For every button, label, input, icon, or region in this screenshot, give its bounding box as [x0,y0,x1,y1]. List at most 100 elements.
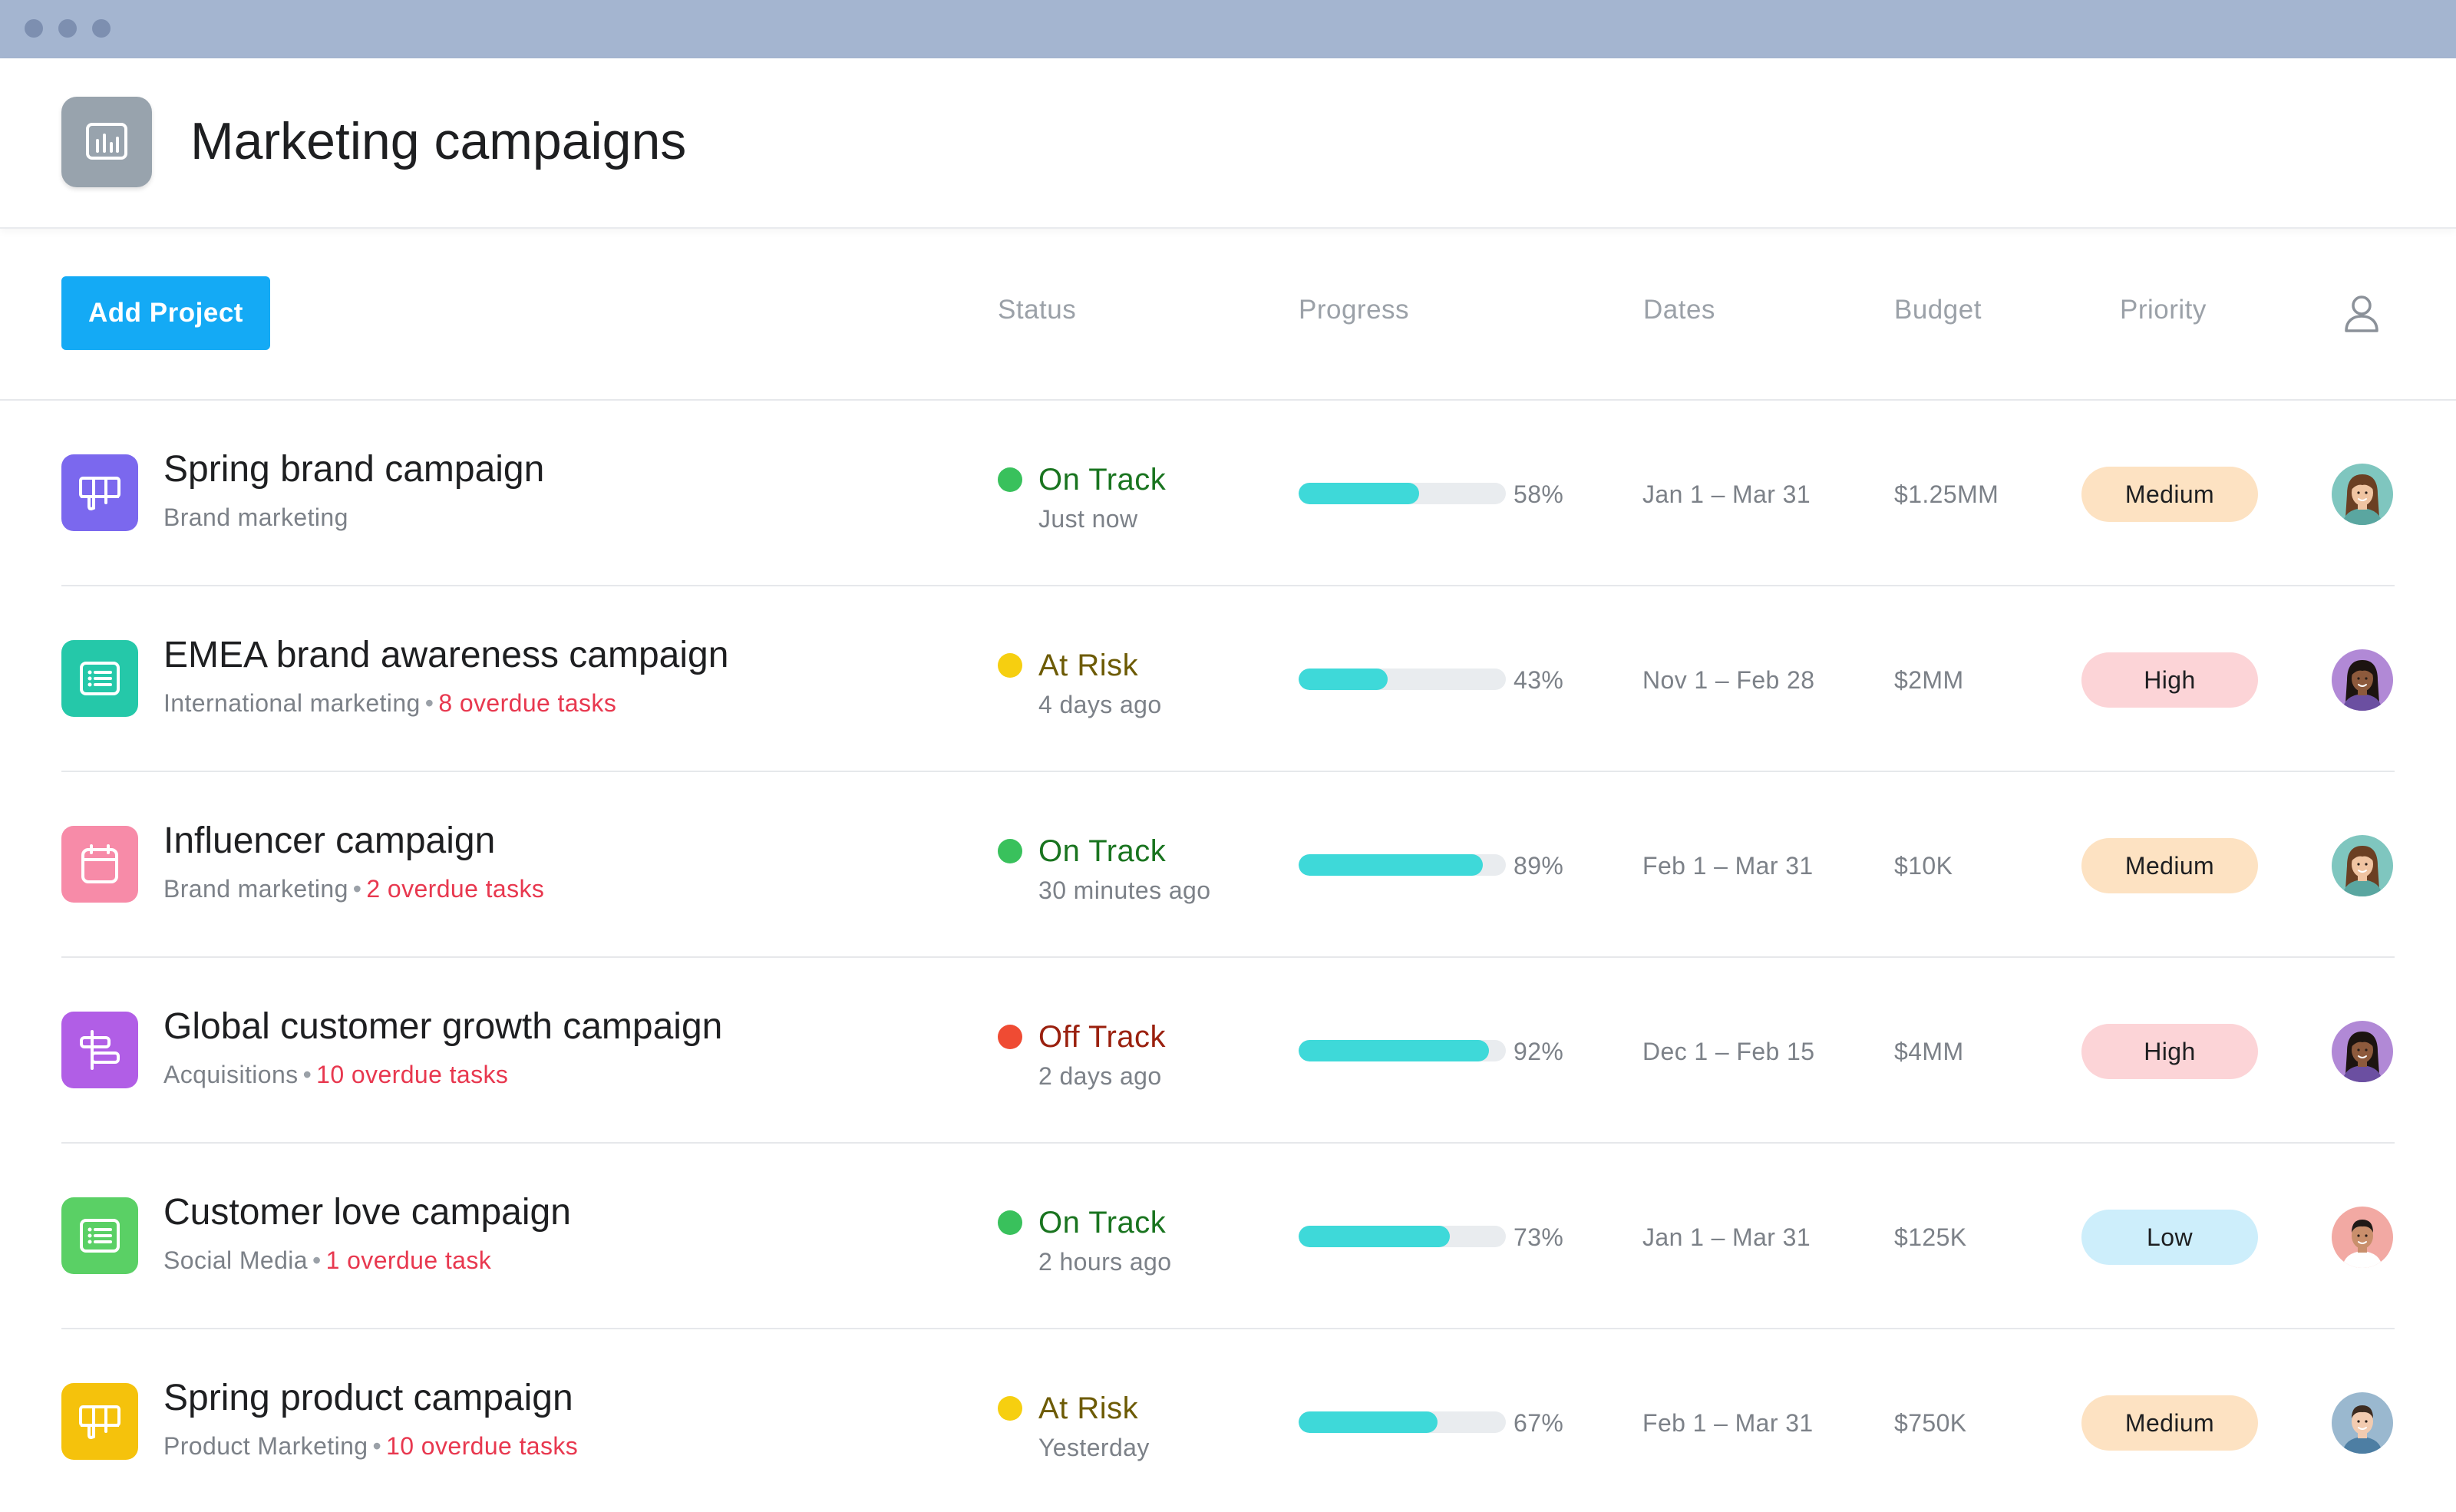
timeline-icon[interactable] [61,1012,138,1088]
board-icon[interactable] [61,1383,138,1460]
separator-dot: • [372,1432,382,1460]
project-row[interactable]: Customer love campaign Social Media • 1 ov… [61,1144,2395,1329]
status-label[interactable]: Off Track [1038,1019,1166,1055]
status-dot-icon [998,653,1022,678]
progress-bar-fill [1299,854,1484,876]
progress-bar [1299,1411,1506,1433]
status-dot-icon [998,1396,1022,1421]
date-range[interactable]: Feb 1 – Mar 31 [1642,1408,1814,1438]
budget-value[interactable]: $750K [1894,1408,1967,1438]
project-team: Acquisitions [163,1061,299,1088]
budget-value[interactable]: $1.25MM [1894,479,1999,510]
progress-bar [1299,1226,1506,1247]
overdue-tasks-link[interactable]: 1 overdue task [326,1246,492,1274]
project-subtitle: International marketing • 8 overdue tasks [163,688,616,718]
date-range[interactable]: Jan 1 – Mar 31 [1642,1222,1811,1253]
board-icon[interactable] [61,454,138,531]
project-name[interactable]: Influencer campaign [163,820,495,863]
priority-badge[interactable]: Medium [2081,838,2258,893]
column-header-progress[interactable]: Progress [1299,295,1409,325]
column-header-dates[interactable]: Dates [1643,295,1715,325]
project-row[interactable]: Spring product campaign Product Marketin… [61,1329,2395,1512]
priority-badge[interactable]: Low [2081,1210,2258,1265]
progress-bar-fill [1299,669,1388,690]
progress-percent: 67% [1514,1409,1564,1437]
avatar[interactable] [2332,649,2393,711]
project-row[interactable]: Spring brand campaign Brand marketing On… [61,401,2395,586]
status-updated-time: 4 days ago [1038,691,1162,718]
person-icon[interactable] [2344,295,2379,333]
progress-bar-fill [1299,1411,1438,1433]
project-name[interactable]: EMEA brand awareness campaign [163,634,728,677]
status-updated-time: 30 minutes ago [1038,876,1211,904]
window-minimize-dot[interactable] [58,19,77,38]
status-label[interactable]: On Track [1038,1205,1166,1240]
project-name[interactable]: Customer love campaign [163,1191,571,1234]
window-maximize-dot[interactable] [92,19,111,38]
status-label[interactable]: At Risk [1038,1391,1138,1426]
separator-dot: • [312,1246,322,1274]
status-label[interactable]: On Track [1038,834,1166,869]
page-title: Marketing campaigns [190,112,687,170]
progress-bar-fill [1299,1040,1490,1061]
project-team: International marketing [163,689,421,717]
project-subtitle: Social Media • 1 overdue task [163,1245,491,1276]
priority-badge[interactable]: Medium [2081,467,2258,522]
progress-bar [1299,483,1506,504]
page-header: Marketing campaigns [0,58,2456,229]
add-project-button[interactable]: Add Project [61,276,270,350]
date-range[interactable]: Dec 1 – Feb 15 [1642,1036,1814,1067]
priority-badge[interactable]: Medium [2081,1395,2258,1451]
budget-value[interactable]: $2MM [1894,665,1964,695]
calendar-icon[interactable] [61,826,138,903]
budget-value[interactable]: $4MM [1894,1036,1964,1067]
separator-dot: • [302,1061,312,1088]
project-team: Brand marketing [163,503,348,531]
priority-badge[interactable]: High [2081,1024,2258,1079]
progress-percent: 73% [1514,1223,1564,1251]
project-team: Brand marketing [163,875,348,903]
project-team: Product Marketing [163,1432,368,1460]
budget-value[interactable]: $125K [1894,1222,1967,1253]
project-name[interactable]: Spring brand campaign [163,448,544,491]
overdue-tasks-link[interactable]: 10 overdue tasks [316,1061,508,1088]
project-subtitle: Product Marketing • 10 overdue tasks [163,1431,578,1461]
priority-badge[interactable]: High [2081,652,2258,708]
status-dot-icon [998,467,1022,492]
progress-percent: 43% [1514,666,1564,694]
project-row[interactable]: Influencer campaign Brand marketing • 2 ov… [61,772,2395,958]
budget-value[interactable]: $10K [1894,850,1953,881]
progress-bar-fill [1299,483,1419,504]
project-row[interactable]: EMEA brand awareness campaign Internatio… [61,586,2395,772]
date-range[interactable]: Nov 1 – Feb 28 [1642,665,1814,695]
column-header-budget[interactable]: Budget [1894,295,1982,325]
project-row[interactable]: Global customer growth campaign Acquisit… [61,958,2395,1144]
status-dot-icon [998,839,1022,863]
avatar[interactable] [2332,1392,2393,1454]
column-header-priority[interactable]: Priority [2120,295,2207,325]
project-name[interactable]: Global customer growth campaign [163,1005,722,1048]
overdue-tasks-link[interactable]: 2 overdue tasks [366,875,544,903]
progress-bar-fill [1299,1226,1451,1247]
status-label[interactable]: At Risk [1038,648,1138,683]
date-range[interactable]: Feb 1 – Mar 31 [1642,850,1814,881]
status-label[interactable]: On Track [1038,462,1166,497]
project-name[interactable]: Spring product campaign [163,1377,573,1420]
project-subtitle: Brand marketing [163,502,348,533]
progress-percent: 89% [1514,852,1564,880]
bar-chart-icon [61,97,152,187]
overdue-tasks-link[interactable]: 10 overdue tasks [386,1432,578,1460]
window-titlebar [0,0,2456,58]
column-header-status[interactable]: Status [998,295,1076,325]
avatar[interactable] [2332,835,2393,896]
list-icon[interactable] [61,640,138,717]
list-icon[interactable] [61,1197,138,1274]
separator-dot: • [352,875,362,903]
avatar[interactable] [2332,1021,2393,1082]
avatar[interactable] [2332,1207,2393,1268]
window-close-dot[interactable] [25,19,43,38]
date-range[interactable]: Jan 1 – Mar 31 [1642,479,1811,510]
avatar[interactable] [2332,464,2393,525]
status-updated-time: Just now [1038,505,1138,533]
overdue-tasks-link[interactable]: 8 overdue tasks [438,689,616,717]
